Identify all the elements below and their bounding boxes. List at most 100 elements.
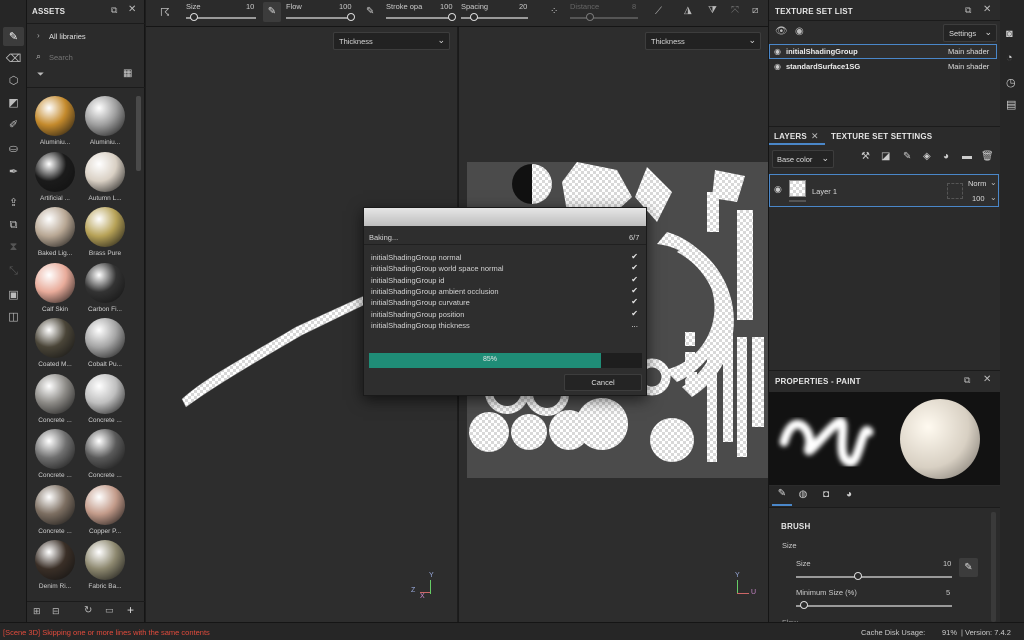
close-icon[interactable]: ✕ bbox=[128, 4, 136, 15]
cube-icon[interactable]: ◫ bbox=[3, 307, 24, 326]
asset-item[interactable]: Cobalt Pu... bbox=[81, 318, 129, 372]
asset-item[interactable]: Copper P... bbox=[81, 484, 129, 539]
asset-item[interactable]: Aluminiu... bbox=[31, 96, 79, 150]
alignment-icon[interactable]: ⟋ bbox=[655, 6, 662, 17]
color-palette-icon[interactable]: ◕ bbox=[943, 151, 949, 162]
environment-icon[interactable]: ◔ bbox=[1006, 52, 1013, 64]
export-icon[interactable]: ⇪ bbox=[3, 193, 24, 212]
search-input[interactable] bbox=[49, 50, 137, 64]
symmetry-transform-icon[interactable]: ⤧ bbox=[731, 5, 739, 16]
scrollbar[interactable] bbox=[136, 96, 141, 171]
folder-icon[interactable]: ▭ bbox=[105, 605, 114, 616]
log-icon[interactable]: ▤ bbox=[1006, 98, 1016, 111]
paint-brush-tool-icon[interactable]: ✎ bbox=[3, 27, 24, 46]
add-effect-icon[interactable]: ⚒ bbox=[861, 151, 870, 162]
refresh-icon[interactable]: ↻ bbox=[84, 605, 92, 616]
pressure-icon[interactable]: ✎ bbox=[959, 558, 978, 577]
smudge-tool-icon[interactable]: ✐ bbox=[3, 115, 24, 134]
properties-scrollbar[interactable] bbox=[991, 512, 996, 622]
library-selector[interactable]: All libraries bbox=[49, 32, 86, 41]
asset-item[interactable]: Coated M... bbox=[31, 318, 79, 372]
grid-view-icon[interactable]: ▦ bbox=[123, 68, 132, 79]
asset-item[interactable]: Baked Lig... bbox=[31, 207, 79, 261]
tab-texture-set-settings[interactable]: TEXTURE SET SETTINGS bbox=[831, 132, 932, 141]
projection-tool-icon[interactable]: ⬡ bbox=[3, 71, 24, 90]
material-tab-icon[interactable]: ◕ bbox=[840, 489, 858, 507]
asset-item[interactable]: Concrete ... bbox=[81, 373, 129, 428]
add-fill-layer-icon[interactable]: ◈ bbox=[923, 151, 931, 162]
bake-icon[interactable]: ⧉ bbox=[3, 216, 24, 235]
color-picker-tool-icon[interactable]: ✒ bbox=[3, 162, 24, 181]
cancel-button[interactable]: Cancel bbox=[564, 374, 642, 391]
asset-item[interactable]: Denim Ri... bbox=[31, 540, 79, 594]
pressure-flow-icon[interactable]: ✎ bbox=[366, 6, 374, 17]
brush-size-slider[interactable] bbox=[796, 576, 952, 578]
flow-slider[interactable] bbox=[286, 17, 351, 19]
asset-item[interactable]: Concrete ... bbox=[81, 429, 129, 483]
history-icon[interactable]: ◷ bbox=[1006, 76, 1016, 89]
symmetry-settings-icon[interactable]: ⧄ bbox=[752, 5, 758, 16]
visibility-toggle-icon[interactable]: 👁 bbox=[775, 26, 788, 37]
lazy-mouse-icon[interactable]: ☈ bbox=[160, 6, 170, 19]
min-size-slider[interactable] bbox=[796, 605, 952, 607]
dialog-titlebar[interactable] bbox=[364, 208, 646, 226]
tab-layers[interactable]: LAYERS ✕ bbox=[769, 127, 825, 145]
close-icon[interactable]: ✕ bbox=[811, 131, 819, 142]
filter-icon[interactable]: ⏷ bbox=[37, 69, 44, 80]
camera-settings-icon[interactable]: ◙ bbox=[1006, 28, 1013, 40]
asset-item[interactable]: Carbon Fi... bbox=[81, 262, 129, 317]
min-size-slider-knob[interactable] bbox=[799, 601, 808, 609]
pressure-size-icon[interactable]: ✎ bbox=[263, 2, 281, 22]
add-paint-layer-icon[interactable]: ✎ bbox=[903, 151, 911, 162]
texture-set-row[interactable]: ◉ standardSurface1SG Main shader bbox=[769, 60, 997, 75]
asset-item[interactable]: Concrete ... bbox=[31, 429, 79, 483]
asset-item[interactable]: Aluminiu... bbox=[81, 96, 129, 150]
delete-icon[interactable]: 🗑 bbox=[981, 151, 994, 162]
undock-icon[interactable]: ⧉ bbox=[965, 5, 971, 16]
channel-dropdown[interactable]: Base color ⌄ bbox=[772, 150, 834, 168]
texture-set-row-selected[interactable]: ◉ initialShadingGroup Main shader bbox=[769, 44, 997, 59]
asset-item[interactable]: Calf Skin bbox=[31, 262, 79, 317]
eye-icon[interactable]: ◉ bbox=[795, 26, 804, 37]
brush-size-slider-knob[interactable] bbox=[854, 572, 863, 580]
close-icon[interactable]: ✕ bbox=[983, 4, 991, 15]
asset-item[interactable]: Brass Pure bbox=[81, 207, 129, 261]
stroke-dots-icon[interactable]: ⁘ bbox=[550, 6, 558, 17]
eraser-tool-icon[interactable]: ⌫ bbox=[3, 49, 24, 68]
stroke-opacity-slider[interactable] bbox=[386, 17, 452, 19]
flow-slider-knob[interactable] bbox=[347, 13, 355, 21]
layer-row[interactable]: ◉ Layer 1 Norm ⌄ 100 ⌄ bbox=[769, 174, 999, 207]
viewport-2d-channel-dropdown[interactable]: Thickness ⌄ bbox=[645, 32, 761, 50]
blend-mode[interactable]: Norm bbox=[968, 179, 986, 188]
layer-name[interactable]: Layer 1 bbox=[812, 187, 837, 196]
asset-item[interactable]: Artificial ... bbox=[31, 151, 79, 206]
symmetry-icon[interactable]: ◮ bbox=[684, 5, 692, 16]
stencil-tab-icon[interactable]: ◘ bbox=[817, 489, 835, 507]
size-slider-knob[interactable] bbox=[190, 13, 199, 21]
asset-item[interactable]: Fabric Ba... bbox=[81, 540, 129, 594]
symmetry-mirror-icon[interactable]: ⧩ bbox=[708, 5, 717, 16]
chevron-right-icon[interactable]: › bbox=[37, 31, 40, 40]
alpha-tab-icon[interactable]: ◍ bbox=[794, 489, 812, 507]
camera-icon[interactable]: ▣ bbox=[3, 285, 24, 304]
mask-slot[interactable] bbox=[947, 183, 963, 199]
asset-item[interactable]: Concrete ... bbox=[31, 484, 79, 539]
brush-tab-icon[interactable]: ✎ bbox=[772, 488, 792, 506]
visibility-icon[interactable]: ◉ bbox=[774, 62, 781, 71]
add-icon[interactable]: + bbox=[127, 603, 134, 617]
asset-item[interactable]: Autumn L... bbox=[81, 151, 129, 206]
undock-icon[interactable]: ⧉ bbox=[964, 375, 970, 386]
add-folder-icon[interactable]: ▬ bbox=[962, 151, 972, 162]
import-icon[interactable]: ⊞ bbox=[33, 606, 41, 617]
add-mask-icon[interactable]: ◪ bbox=[881, 151, 890, 162]
polygon-fill-tool-icon[interactable]: ◩ bbox=[3, 93, 24, 112]
settings-dropdown[interactable]: Settings ⌄ bbox=[943, 24, 997, 42]
asset-item[interactable]: Concrete ... bbox=[31, 373, 79, 428]
spacing-slider-knob[interactable] bbox=[470, 13, 479, 21]
visibility-icon[interactable]: ◉ bbox=[774, 47, 781, 56]
visibility-icon[interactable]: ◉ bbox=[774, 184, 782, 195]
clone-tool-icon[interactable]: ⛀ bbox=[3, 139, 24, 158]
undock-icon[interactable]: ⧉ bbox=[111, 5, 117, 16]
add-shelf-icon[interactable]: ⊟ bbox=[52, 606, 60, 617]
close-icon[interactable]: ✕ bbox=[983, 374, 991, 385]
